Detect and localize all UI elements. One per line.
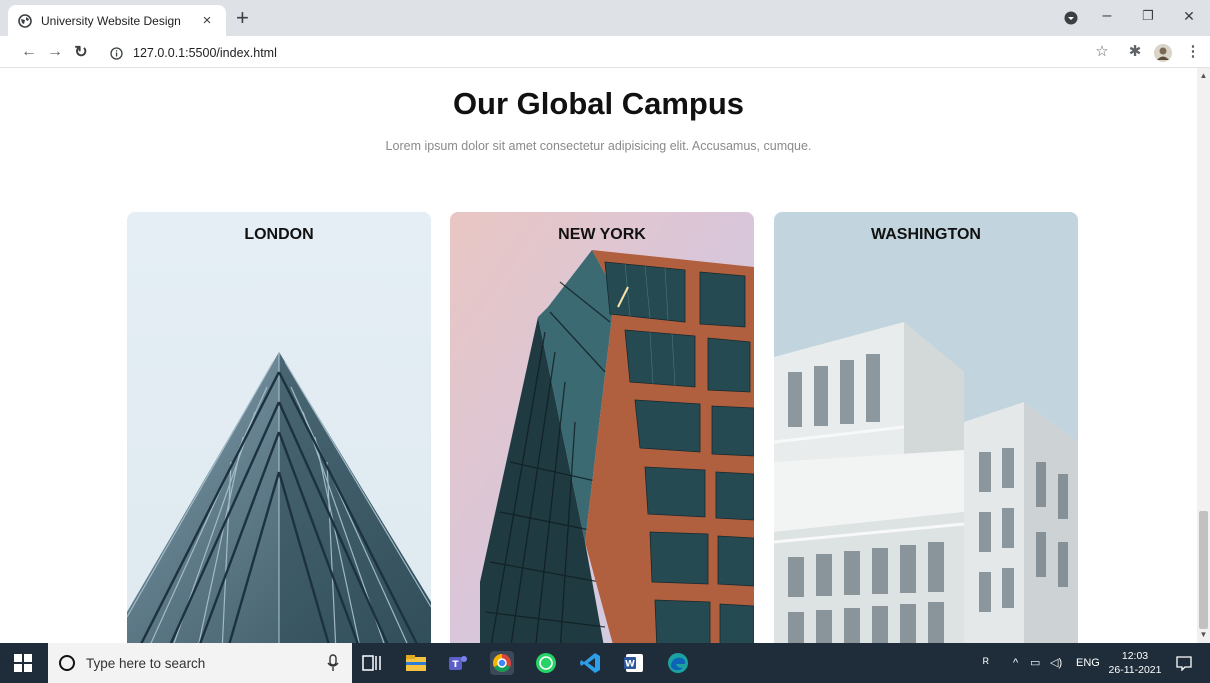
new-tab-button[interactable]: + [236, 6, 249, 30]
browser-toolbar: ← → ↻ 127.0.0.1:5500/index.html ☆ ✱ ⋮ [0, 36, 1210, 68]
web-page: Our Global Campus Lorem ipsum dolor sit … [0, 68, 1197, 643]
campus-title-london: LONDON [244, 226, 314, 243]
bookmark-star-icon[interactable]: ☆ [1091, 42, 1113, 60]
campus-card-washington[interactable]: WASHINGTON [774, 212, 1078, 643]
vscode-icon[interactable] [578, 651, 602, 675]
globe-icon [18, 13, 32, 28]
address-bar[interactable]: 127.0.0.1:5500/index.html [100, 40, 1085, 66]
extensions-puzzle-icon[interactable]: ✱ [1124, 42, 1146, 60]
back-arrow-icon[interactable]: ← [18, 41, 40, 63]
page-scrollbar[interactable]: ▲ ▼ [1197, 68, 1210, 643]
tab-title: University Website Design [41, 13, 181, 28]
profile-avatar-icon[interactable] [1153, 43, 1173, 63]
svg-text:W: W [625, 660, 635, 670]
campus-title-washington: WASHINGTON [871, 226, 981, 243]
task-view-icon[interactable] [360, 651, 384, 675]
forward-arrow-icon[interactable]: → [44, 41, 66, 63]
restore-button[interactable]: ❐ [1134, 4, 1162, 28]
london-building-image [127, 212, 431, 643]
campus-card-london[interactable]: LONDON [127, 212, 431, 643]
word-icon[interactable]: W [622, 651, 646, 675]
cortana-circle-icon [59, 655, 75, 671]
browser-tab[interactable]: University Website Design × [8, 5, 226, 36]
svg-text:T: T [452, 660, 459, 670]
notification-center-icon[interactable] [1176, 656, 1192, 671]
reload-icon[interactable]: ↻ [70, 41, 92, 63]
campus-title-new-york: NEW YORK [558, 226, 646, 243]
clock-date: 26-11-2021 [1108, 664, 1162, 676]
language-indicator[interactable]: ENG [1076, 643, 1100, 683]
page-title: Our Global Campus [452, 86, 745, 121]
info-icon[interactable] [110, 46, 123, 60]
file-explorer-icon[interactable] [404, 651, 428, 675]
page-subtitle: Lorem ipsum dolor sit amet consectetur a… [385, 139, 812, 153]
taskbar-search-box[interactable]: Type here to search [48, 643, 352, 683]
clock-time: 12:03 [1121, 650, 1149, 662]
profile-download-icon[interactable] [1064, 11, 1078, 25]
new-york-building-image [450, 212, 754, 643]
minimize-button[interactable]: – [1093, 4, 1121, 28]
tab-close-icon[interactable]: × [198, 12, 216, 29]
scroll-up-arrow-icon[interactable]: ▲ [1197, 71, 1210, 80]
teams-icon[interactable]: T [446, 651, 470, 675]
url-text: 127.0.0.1:5500/index.html [133, 46, 277, 60]
edge-icon[interactable] [666, 651, 690, 675]
windows-start-icon[interactable] [14, 654, 32, 672]
windows-taskbar: Type here to search T W ᴿ ^ ▭ ◁) ENG 12:… [0, 643, 1210, 683]
scrollbar-thumb[interactable] [1199, 511, 1208, 629]
scroll-down-arrow-icon[interactable]: ▼ [1197, 630, 1210, 639]
browser-menu-icon[interactable]: ⋮ [1182, 42, 1204, 60]
chrome-icon[interactable] [490, 651, 514, 675]
network-icon[interactable]: ▭ [1030, 643, 1040, 683]
show-hidden-icons-chevron-icon[interactable]: ^ [1013, 643, 1018, 683]
campus-card-new-york[interactable]: NEW YORK [450, 212, 754, 643]
whatsapp-icon[interactable] [534, 651, 558, 675]
washington-building-image [774, 212, 1078, 643]
browser-tabbar: University Website Design × + – ❐ ✕ [0, 0, 1210, 36]
close-window-button[interactable]: ✕ [1175, 4, 1203, 28]
microphone-icon[interactable] [326, 654, 340, 672]
people-icon[interactable]: ᴿ [983, 643, 989, 683]
taskbar-search-placeholder: Type here to search [86, 655, 206, 671]
taskbar-clock[interactable]: 12:03 26-11-2021 [1107, 649, 1163, 677]
volume-icon[interactable]: ◁) [1050, 643, 1062, 683]
